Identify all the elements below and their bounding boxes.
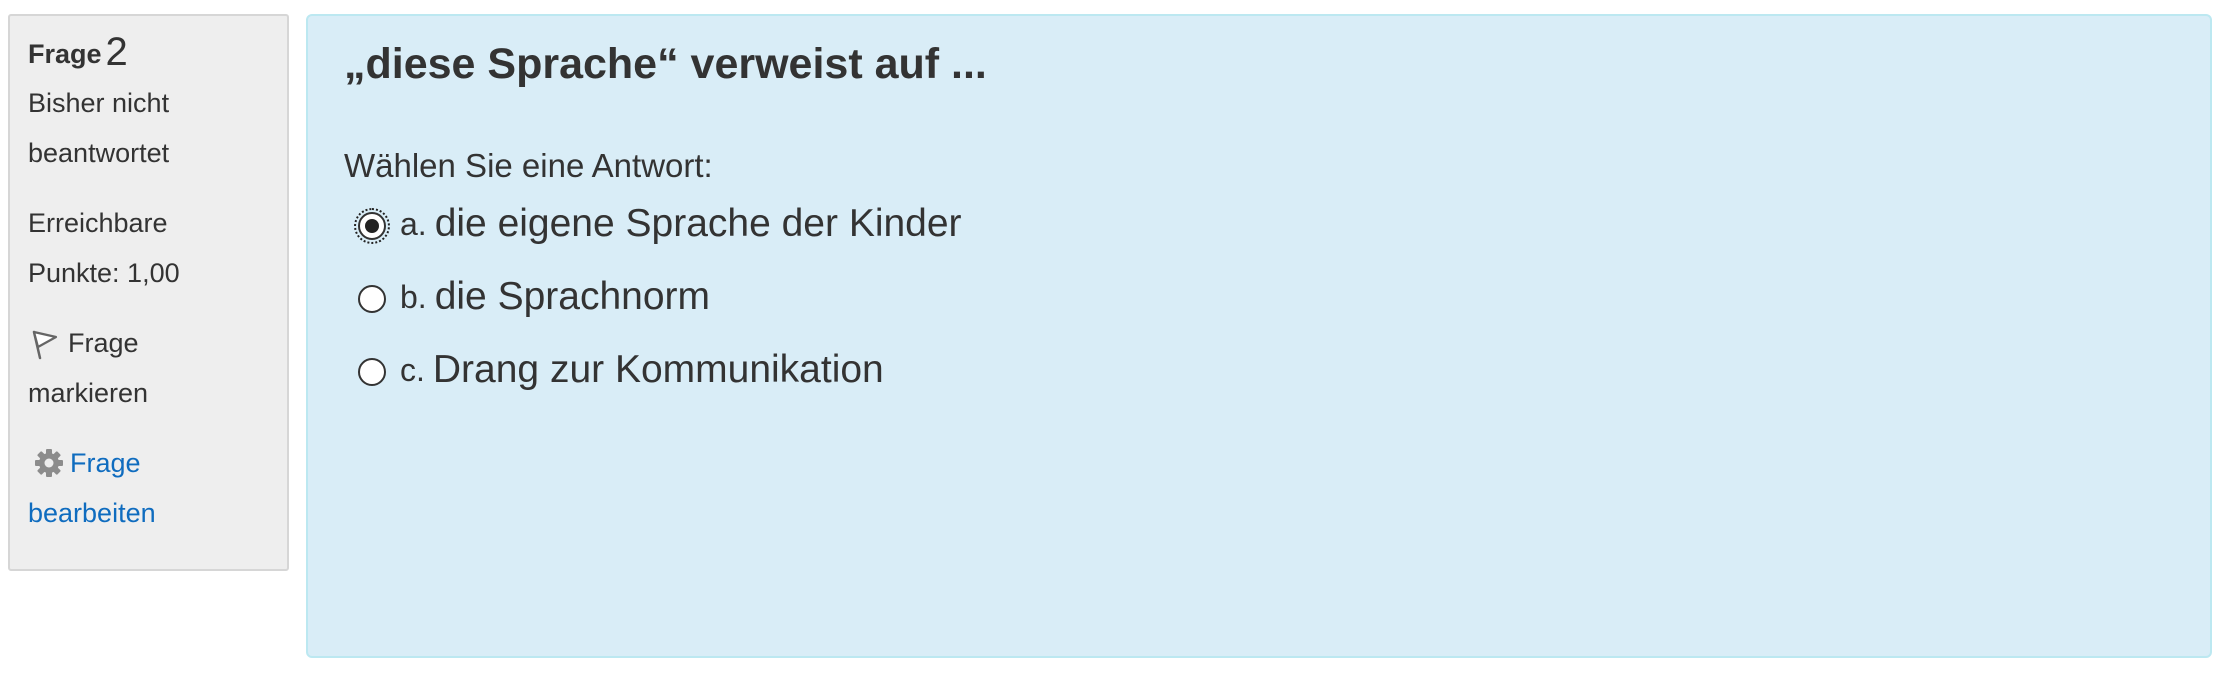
status-line-1: Bisher nicht: [28, 88, 170, 118]
question-status: Bisher nicht beantwortet: [28, 78, 287, 178]
answer-label-b[interactable]: die Sprachnorm: [435, 269, 710, 325]
radio-button-b[interactable]: [358, 285, 386, 313]
points-line-1: Erreichbare: [28, 208, 168, 238]
radio-button-a[interactable]: [354, 208, 390, 244]
answer-list: a. die eigene Sprache der Kinder b. die …: [354, 196, 962, 415]
question-number: 2: [105, 30, 128, 74]
points-line-2: Punkte: 1,00: [28, 258, 180, 288]
answer-letter-b[interactable]: b.: [400, 269, 427, 325]
question-number-heading: Frage 2: [28, 32, 287, 74]
question-label: Frage: [28, 39, 102, 69]
answer-letter-a[interactable]: a.: [400, 196, 427, 252]
answer-label-c[interactable]: Drang zur Kommunikation: [433, 342, 884, 398]
answer-option-b[interactable]: b. die Sprachnorm: [358, 269, 962, 342]
question-info-panel: Frage 2 Bisher nicht beantwortet Erreichb…: [8, 14, 289, 571]
flag-line-1-row: Frage: [28, 318, 287, 368]
answer-letter-c[interactable]: c.: [400, 342, 425, 398]
edit-question-link[interactable]: Frage bearbeiten: [28, 438, 287, 538]
radio-button-c[interactable]: [358, 358, 386, 386]
answer-label-a[interactable]: die eigene Sprache der Kinder: [435, 196, 962, 252]
question-content-panel: „diese Sprache“ verweist auf ... Wählen …: [306, 14, 2212, 658]
flag-question-toggle[interactable]: Frage markieren: [28, 318, 287, 418]
gear-icon: [34, 444, 64, 477]
edit-line-2-row: bearbeiten: [28, 488, 287, 538]
edit-line-1-row: Frage: [28, 438, 287, 488]
flag-label-line-2[interactable]: markieren: [28, 368, 287, 418]
flag-icon[interactable]: [28, 326, 60, 360]
answer-option-c[interactable]: c. Drang zur Kommunikation: [358, 342, 962, 415]
edit-link-line-2[interactable]: bearbeiten: [28, 498, 156, 528]
answer-prompt: Wählen Sie eine Antwort:: [344, 147, 713, 184]
status-line-2: beantwortet: [28, 138, 170, 168]
question-grade: Erreichbare Punkte: 1,00: [28, 198, 287, 298]
answer-option-a[interactable]: a. die eigene Sprache der Kinder: [354, 196, 962, 269]
edit-link-line-1[interactable]: Frage: [70, 448, 141, 478]
question-text: „diese Sprache“ verweist auf ...: [344, 40, 987, 88]
flag-label-line-1[interactable]: Frage: [68, 328, 139, 358]
